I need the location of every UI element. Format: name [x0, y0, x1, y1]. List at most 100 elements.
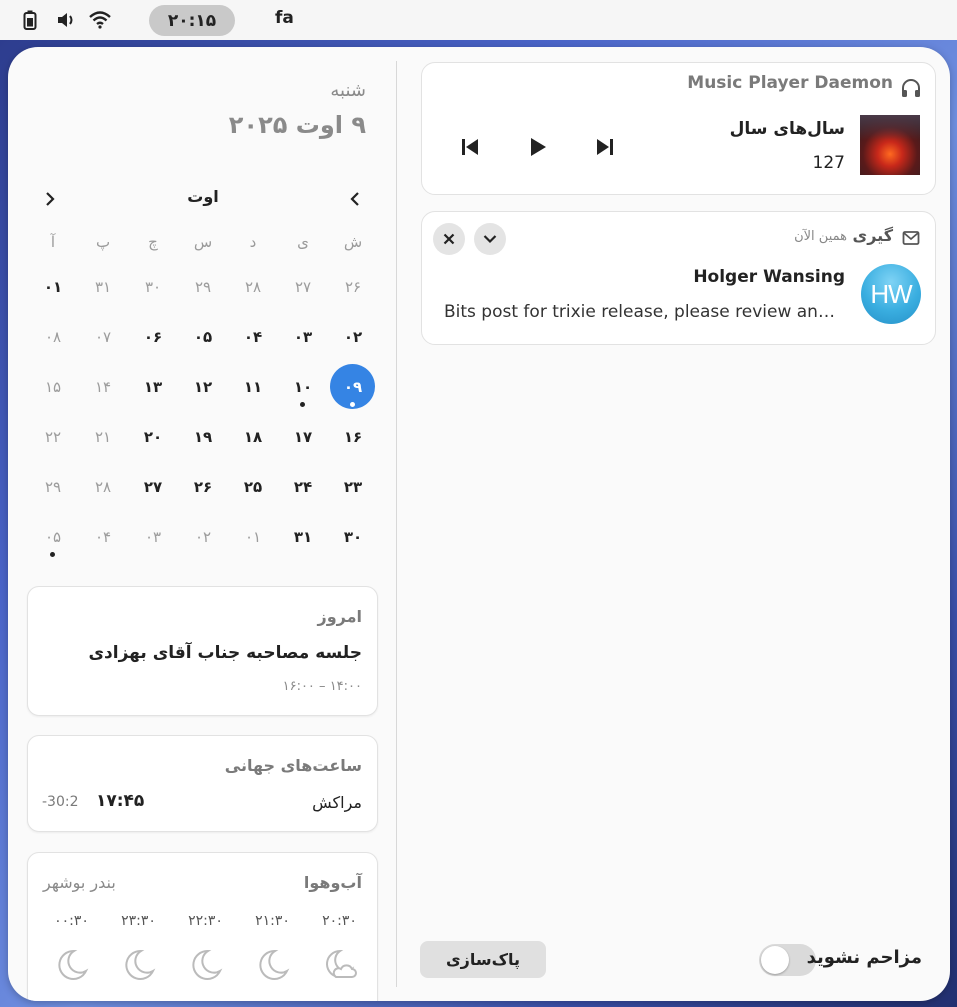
calendar-day-number: ۱۹	[193, 428, 213, 446]
do-not-disturb-label: مزاحم نشوید	[806, 947, 922, 968]
calendar-day[interactable]: ۰۲	[328, 312, 378, 362]
calendar-day[interactable]: ۳۰	[328, 512, 378, 562]
calendar-day[interactable]: ۰۳	[278, 312, 328, 362]
calendar-day-number: ۲۶	[344, 278, 362, 296]
previous-month-button[interactable]	[343, 187, 367, 211]
calendar-day[interactable]: ۱۲	[178, 362, 228, 412]
calendar-day[interactable]: ۰۴	[78, 512, 128, 562]
events-card[interactable]: امروز جلسه مصاحبه جناب آقای بهزادی ۱۴:۰۰…	[27, 586, 378, 716]
calendar-day[interactable]: ۱۶	[328, 412, 378, 462]
calendar-day[interactable]: ۱۵	[28, 362, 78, 412]
calendar-day-number: ۰۴	[243, 328, 263, 346]
calendar-day[interactable]: ۱۸	[228, 412, 278, 462]
volume-icon[interactable]	[55, 9, 77, 31]
mail-icon	[902, 229, 920, 247]
calendar-day[interactable]: ۳۱	[78, 262, 128, 312]
calendar-day-number: ۲۴	[293, 478, 313, 496]
calendar-day[interactable]: ۲۹	[28, 462, 78, 512]
calendar-week-row: ۳۰ ۳۱ ۰۱ ۰۲ ۰۳ ۰۴ ۰۵	[28, 512, 378, 562]
full-date[interactable]: ۹ اوت ۲۰۲۵	[229, 111, 366, 139]
media-player-card[interactable]: Music Player Daemon سال‌های سال 127	[421, 62, 936, 195]
calendar-day[interactable]: ۲۴	[278, 462, 328, 512]
track-title: سال‌های سال	[729, 119, 845, 139]
calendar-day[interactable]: ۰۷	[78, 312, 128, 362]
calendar-day[interactable]: ۲۱	[78, 412, 128, 462]
calendar-day[interactable]: ۰۳	[128, 512, 178, 562]
clear-notifications-button[interactable]: پاک‌سازی	[420, 941, 546, 978]
calendar-day[interactable]: ۲۷	[278, 262, 328, 312]
calendar-day-number: ۳۱	[94, 278, 112, 296]
battery-icon[interactable]	[19, 9, 41, 31]
calendar-day[interactable]: ۲۸	[228, 262, 278, 312]
close-notification-button[interactable]	[433, 223, 465, 255]
calendar-day[interactable]: ۳۱	[278, 512, 328, 562]
calendar-day[interactable]: ۰۵	[178, 312, 228, 362]
event-time: ۱۴:۰۰ – ۱۶:۰۰	[282, 679, 362, 694]
calendar-day[interactable]: ۲۶	[178, 462, 228, 512]
calendar-day[interactable]: ۳۰	[128, 262, 178, 312]
forecast-item: ۲۳:۳۰	[105, 913, 172, 983]
notification-time: همین الآن	[794, 229, 847, 244]
calendar-day[interactable]: ۰۸	[28, 312, 78, 362]
calendar-day[interactable]: ۲۲	[28, 412, 78, 462]
weather-forecast: ۲۰:۳۰ ۲۱:۳۰ ۲۲:۳۰ ۲۳:۳۰ ۰۰:۳۰	[28, 913, 379, 983]
calendar-day[interactable]: ۰۴	[228, 312, 278, 362]
forecast-item: ۲۱:۳۰	[239, 913, 306, 983]
next-track-button[interactable]	[591, 133, 619, 161]
calendar-day[interactable]: ۲۰	[128, 412, 178, 462]
top-bar: ۲۰:۱۵ fa	[0, 0, 957, 40]
calendar-day[interactable]: ۱۳	[128, 362, 178, 412]
calendar-day[interactable]: ۲۹	[178, 262, 228, 312]
calendar-day-number: ۲۸	[94, 478, 112, 496]
event-title: جلسه مصاحبه جناب آقای بهزادی	[88, 643, 362, 663]
calendar-day[interactable]: ۱۹	[178, 412, 228, 462]
calendar-day-number: ۲۶	[193, 478, 213, 496]
calendar-day[interactable]: ۲۵	[228, 462, 278, 512]
calendar-day[interactable]: ۰۱	[28, 262, 78, 312]
wifi-icon[interactable]	[89, 9, 111, 31]
notification-card[interactable]: گیری همین الآن Holger Wansing Bits post …	[421, 211, 936, 345]
forecast-time: ۰۰:۳۰	[54, 913, 89, 929]
language-indicator[interactable]: fa	[275, 8, 294, 28]
calendar-day[interactable]: ۰۵	[28, 512, 78, 562]
calendar-day-number: ۲۳	[343, 478, 363, 496]
calendar-day[interactable]: ۰۶	[128, 312, 178, 362]
expand-notification-button[interactable]	[474, 223, 506, 255]
calendar-day[interactable]: ۱۱	[228, 362, 278, 412]
calendar-day-number: ۱۶	[343, 428, 363, 446]
calendar-day[interactable]: ۱۴	[78, 362, 128, 412]
calendar-day[interactable]: ۱۷	[278, 412, 328, 462]
calendar-day-number: ۰۱	[244, 528, 262, 546]
calendar-day-today[interactable]: ۰۹	[328, 362, 378, 412]
calendar-day[interactable]: ۱۰	[278, 362, 328, 412]
world-clocks-card[interactable]: ساعت‌های جهانی مراکش ۱۷:۴۵ -30:2	[27, 735, 378, 832]
world-clock-city: مراکش	[312, 793, 362, 812]
weekday-label: آ	[50, 233, 56, 251]
world-clock-time: ۱۷:۴۵	[96, 791, 145, 811]
calendar-day-number: ۳۱	[293, 528, 313, 546]
clock-button[interactable]: ۲۰:۱۵	[149, 5, 235, 36]
weather-card[interactable]: آب‌وهوا بندر بوشهر ۲۰:۳۰ ۲۱:۳۰ ۲۲:۳۰ ۲۳:۳۰ ۰…	[27, 852, 378, 1001]
forecast-time: ۲۱:۳۰	[255, 913, 290, 929]
calendar-week-row: ۰۲ ۰۳ ۰۴ ۰۵ ۰۶ ۰۷ ۰۸	[28, 312, 378, 362]
play-button[interactable]	[524, 133, 552, 161]
calendar-day-number: ۲۲	[44, 428, 62, 446]
calendar-day[interactable]: ۰۱	[228, 512, 278, 562]
previous-track-button[interactable]	[456, 133, 484, 161]
day-name[interactable]: شنبه	[330, 80, 366, 101]
calendar-day-number: ۲۷	[294, 278, 312, 296]
calendar-day[interactable]: ۰۲	[178, 512, 228, 562]
calendar-day-number: ۲۵	[243, 478, 263, 496]
calendar-day[interactable]: ۲۳	[328, 462, 378, 512]
calendar-day[interactable]: ۲۸	[78, 462, 128, 512]
next-month-button[interactable]	[38, 187, 62, 211]
moon-icon	[121, 947, 157, 983]
weather-location: بندر بوشهر	[43, 873, 116, 892]
calendar-weekday-header: شیدسچپآ	[28, 222, 378, 262]
calendar-day-number: ۱۵	[44, 378, 62, 396]
calendar-day[interactable]: ۲۷	[128, 462, 178, 512]
weekday-label: س	[193, 233, 213, 251]
moon-icon	[54, 947, 90, 983]
calendar-day[interactable]: ۲۶	[328, 262, 378, 312]
calendar-day-number: ۰۴	[94, 528, 112, 546]
